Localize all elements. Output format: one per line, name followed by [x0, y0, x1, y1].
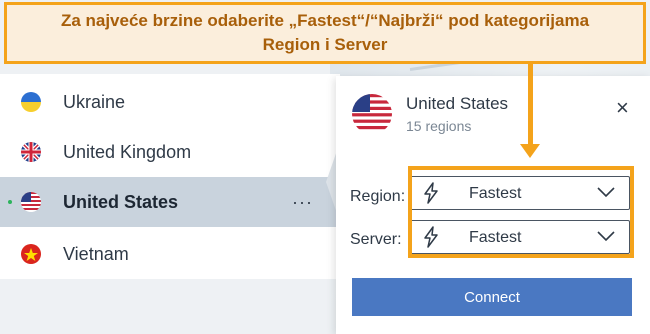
more-options-button[interactable]: ···	[292, 192, 313, 213]
instruction-callout: Za najveće brzine odaberite „Fastest“/“N…	[4, 2, 646, 64]
country-row-vietnam[interactable]: Vietnam	[0, 229, 340, 279]
vietnam-flag-icon	[21, 244, 41, 264]
us-flag-icon	[21, 192, 41, 212]
country-row-ukraine[interactable]: Ukraine	[0, 77, 340, 127]
highlight-frame	[408, 166, 634, 258]
country-name: Vietnam	[63, 243, 129, 264]
server-label: Server:	[350, 231, 402, 248]
country-row-united-kingdom[interactable]: United Kingdom	[0, 127, 340, 177]
callout-arrow-head	[520, 144, 540, 158]
close-icon[interactable]: ×	[616, 97, 629, 119]
us-flag-icon	[352, 94, 392, 134]
country-name: United Kingdom	[63, 141, 192, 162]
uk-flag-icon	[21, 142, 41, 162]
panel-subtitle: 15 regions	[406, 118, 472, 134]
region-label: Region:	[350, 188, 406, 205]
country-name: United States	[63, 191, 179, 212]
country-list: Ukraine United Kingdom United States ···…	[0, 74, 340, 279]
connected-indicator-dot	[8, 200, 12, 204]
callout-arrow-line	[528, 64, 533, 146]
ukraine-flag-icon	[21, 92, 41, 112]
connect-button[interactable]: Connect	[352, 278, 632, 316]
country-name: Ukraine	[63, 91, 126, 112]
panel-title: United States	[406, 94, 509, 113]
country-row-united-states[interactable]: United States ···	[0, 177, 340, 227]
